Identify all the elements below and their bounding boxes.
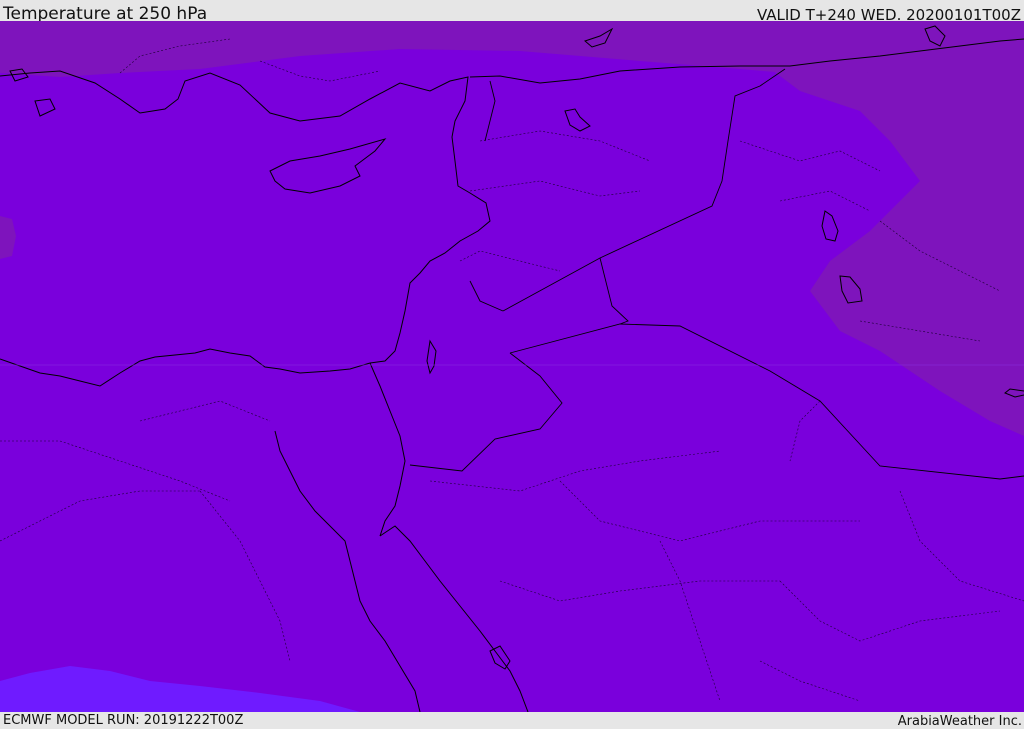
weather-map-frame: Temperature at 250 hPa VALID T+240 WED. … — [0, 0, 1024, 729]
footer-bar: ECMWF MODEL RUN: 20191222T00Z ArabiaWeat… — [0, 712, 1024, 729]
model-run-label: ECMWF MODEL RUN: 20191222T00Z — [3, 713, 244, 728]
map-area — [0, 21, 1024, 712]
credit-label: ArabiaWeather Inc. — [897, 714, 1022, 729]
map-canvas — [0, 21, 1024, 712]
temperature-field-main — [0, 21, 1024, 712]
header-bar: Temperature at 250 hPa VALID T+240 WED. … — [0, 0, 1024, 24]
